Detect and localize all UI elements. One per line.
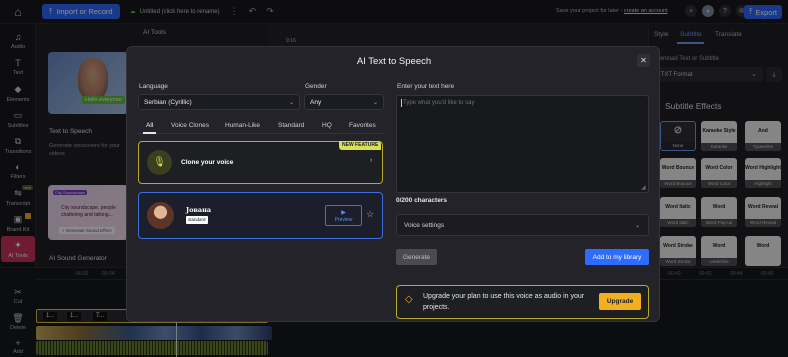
tab-favorites[interactable]: Favorites bbox=[349, 122, 376, 129]
chevron-down-icon: ⌄ bbox=[372, 100, 378, 106]
generate-button[interactable]: Generate bbox=[396, 249, 437, 265]
chevron-down-icon: ⌄ bbox=[288, 100, 294, 106]
clone-voice-label: Clone your voice bbox=[181, 159, 234, 166]
tab-standard[interactable]: Standard bbox=[278, 122, 304, 129]
active-tab-indicator bbox=[143, 132, 156, 134]
gender-label: Gender bbox=[305, 83, 327, 90]
voice-name: Јованa bbox=[186, 206, 212, 214]
tabs-divider bbox=[138, 133, 383, 134]
favorite-star-icon[interactable]: ☆ bbox=[366, 209, 374, 220]
voice-tier-badge: standard bbox=[186, 216, 208, 224]
text-caret bbox=[401, 99, 402, 107]
close-icon[interactable]: ✕ bbox=[637, 54, 650, 67]
voice-avatar bbox=[147, 202, 174, 229]
voice-settings-dropdown[interactable]: Voice settings ⌄ bbox=[396, 214, 649, 236]
text-placeholder: Type what you'd like to say bbox=[403, 100, 475, 106]
text-input[interactable] bbox=[396, 95, 649, 193]
upgrade-button[interactable]: Upgrade bbox=[599, 293, 641, 310]
tab-voice-clones[interactable]: Voice Clones bbox=[171, 122, 209, 129]
tab-hq[interactable]: HQ bbox=[322, 122, 332, 129]
microphone-icon: 🎙 bbox=[147, 150, 172, 175]
chevron-right-icon: › bbox=[370, 157, 373, 164]
upgrade-message: Upgrade your plan to use this voice as a… bbox=[423, 293, 585, 311]
preview-button[interactable]: ▶ Preview bbox=[325, 205, 362, 226]
language-select[interactable]: Serbian (Cyrillic) ⌄ bbox=[138, 94, 300, 110]
tab-human-like[interactable]: Human-Like bbox=[225, 122, 260, 129]
character-count: 0/200 characters bbox=[396, 197, 447, 204]
modal-title: AI Text to Speech bbox=[356, 56, 432, 67]
play-icon: ▶ bbox=[341, 209, 346, 216]
new-feature-badge: NEW FEATURE bbox=[339, 141, 382, 150]
diamond-icon: ◇ bbox=[405, 294, 413, 305]
language-label: Language bbox=[139, 83, 168, 90]
resize-handle-icon[interactable]: ◢ bbox=[641, 184, 646, 191]
tab-all[interactable]: All bbox=[146, 122, 153, 129]
add-to-library-button[interactable]: Add to my library bbox=[585, 249, 649, 265]
text-input-label: Enter your text here bbox=[397, 83, 455, 90]
chevron-down-icon: ⌄ bbox=[634, 223, 640, 229]
gender-select[interactable]: Any ⌄ bbox=[304, 94, 384, 110]
